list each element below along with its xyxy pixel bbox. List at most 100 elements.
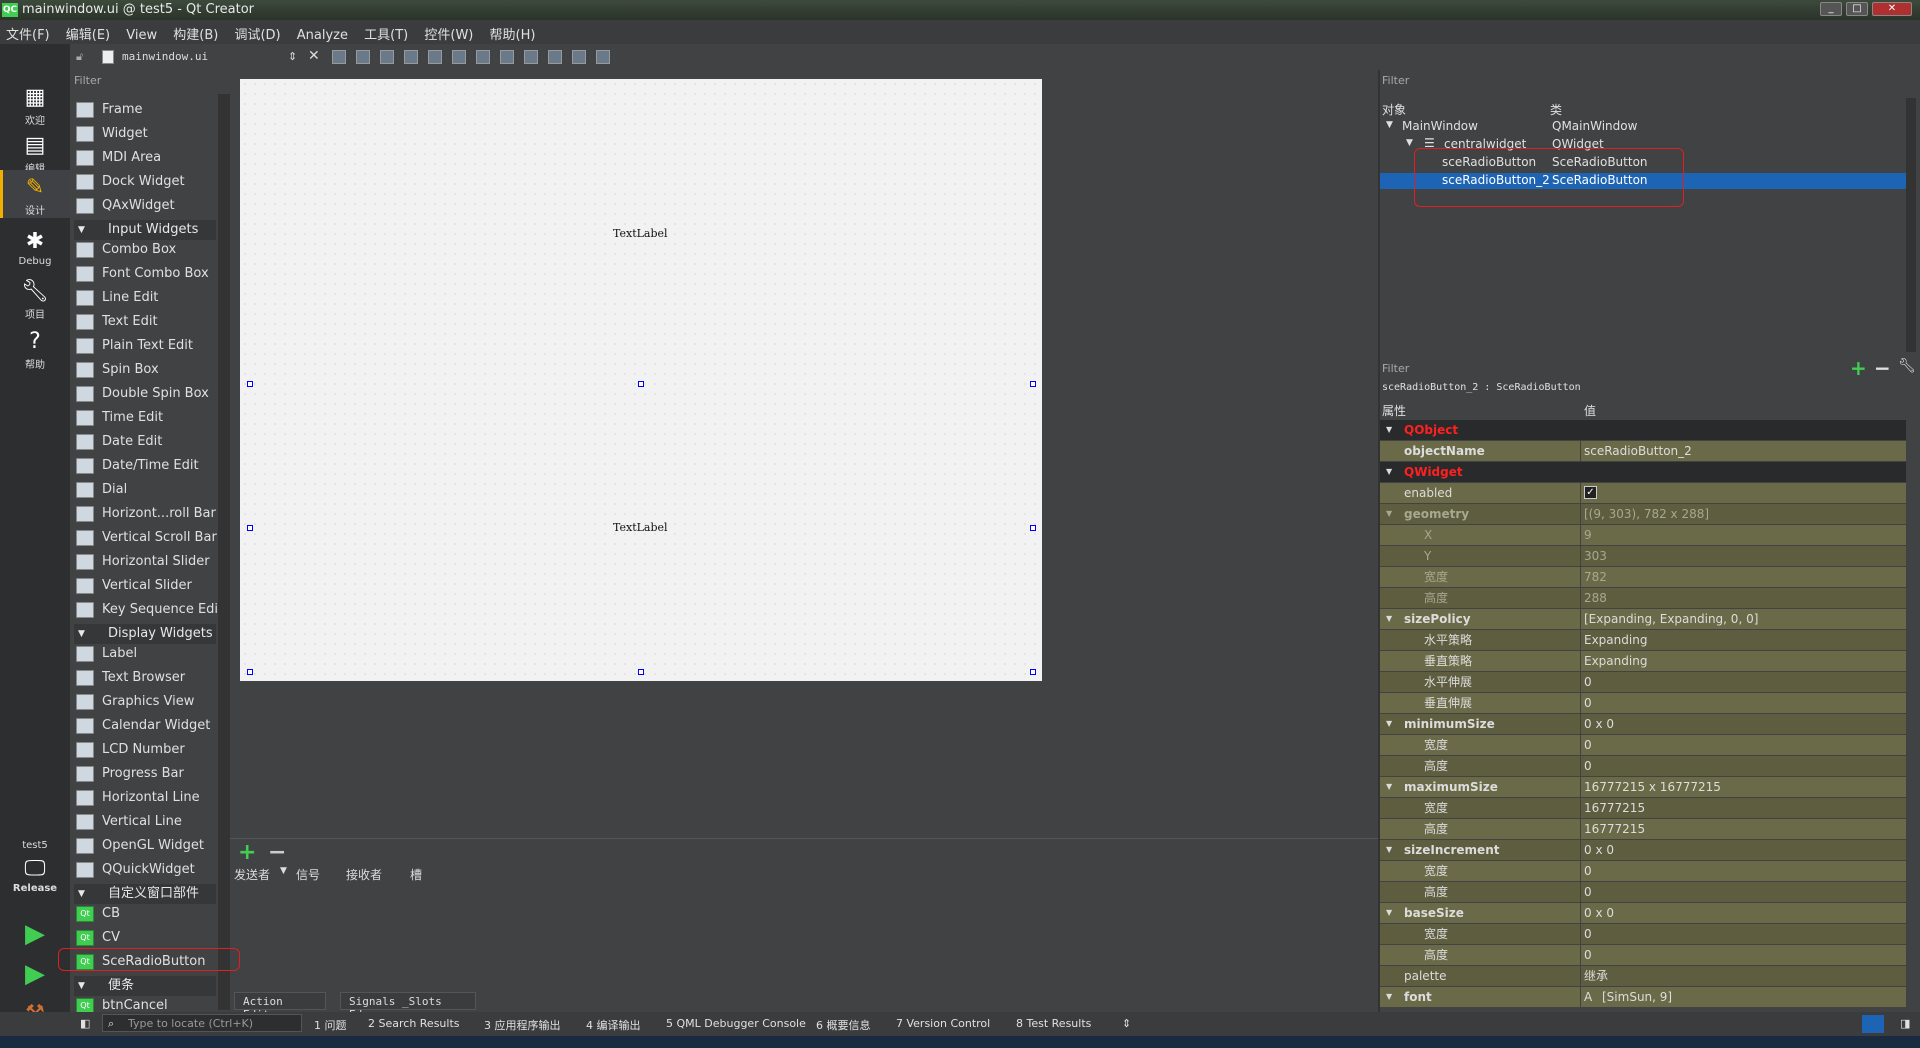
edit-signals-icon[interactable] xyxy=(356,50,370,64)
property-row[interactable]: ▼ maximumSize 16777215 x 16777215 xyxy=(1380,777,1906,797)
property-value[interactable]: 0 xyxy=(1584,693,1592,713)
property-row[interactable]: ▼ QWidget xyxy=(1380,462,1906,482)
widget-item[interactable]: Text Edit xyxy=(74,310,216,334)
header-sender[interactable]: 发送者 xyxy=(234,866,270,883)
property-value[interactable]: Expanding xyxy=(1584,630,1647,650)
widget-item[interactable]: Qt CB xyxy=(74,902,216,926)
property-row[interactable]: 宽度 782 xyxy=(1380,567,1906,587)
file-combo[interactable]: mainwindow.ui xyxy=(102,48,298,66)
property-row[interactable]: ▼ geometry [(9, 303), 782 x 288] xyxy=(1380,504,1906,524)
form-canvas[interactable]: TextLabel TextLabel xyxy=(240,79,1042,681)
expand-arrow-icon[interactable]: ▼ xyxy=(1386,462,1392,482)
expand-arrow-icon[interactable]: ▼ xyxy=(1386,504,1392,524)
pane-compile-output[interactable]: 4 编译输出 xyxy=(586,1017,641,1033)
widget-item[interactable]: Calendar Widget xyxy=(74,714,216,738)
property-row[interactable]: ▼ sizePolicy [Expanding, Expanding, 0, 0] xyxy=(1380,609,1906,629)
menu-file[interactable]: 文件(F) xyxy=(0,20,56,47)
property-row[interactable]: ▼ minimumSize 0 x 0 xyxy=(1380,714,1906,734)
widget-item[interactable]: Qt CV xyxy=(74,926,216,950)
property-row[interactable]: ▼ QObject xyxy=(1380,420,1906,440)
object-filter[interactable]: Filter xyxy=(1382,74,1409,87)
property-row[interactable]: 高度 0 xyxy=(1380,756,1906,776)
property-row[interactable]: 宽度 0 xyxy=(1380,924,1906,944)
expand-arrow-icon[interactable]: ▼ xyxy=(1386,840,1392,860)
menu-edit[interactable]: 编辑(E) xyxy=(60,20,116,47)
widget-item[interactable]: Font Combo Box xyxy=(74,262,216,286)
header-receiver[interactable]: 接收者 xyxy=(346,866,382,883)
edit-buddies-icon[interactable] xyxy=(380,50,394,64)
output-toggle-icon[interactable] xyxy=(1862,1015,1884,1033)
property-row[interactable]: 垂直策略 Expanding xyxy=(1380,651,1906,671)
header-slot[interactable]: 槽 xyxy=(410,866,422,883)
widgetbox-filter[interactable]: Filter xyxy=(72,72,230,92)
menu-help[interactable]: 帮助(H) xyxy=(484,20,542,47)
layout-splitter-v-icon[interactable] xyxy=(500,50,514,64)
widget-category[interactable]: ▼ Display Widgets xyxy=(74,624,216,644)
property-row[interactable]: 宽度 0 xyxy=(1380,735,1906,755)
property-row[interactable]: objectName sceRadioButton_2 xyxy=(1380,441,1906,461)
property-row[interactable]: 高度 0 xyxy=(1380,882,1906,902)
property-value[interactable]: 0 xyxy=(1584,756,1592,776)
widget-category[interactable]: ▼ 便条 xyxy=(74,976,216,996)
widget-item[interactable]: Spin Box xyxy=(74,358,216,382)
mode-debug[interactable]: ✱ Debug xyxy=(0,224,70,272)
mode-help[interactable]: ? 帮助 xyxy=(0,324,70,372)
menu-debug[interactable]: 调试(D) xyxy=(228,20,286,47)
widget-item[interactable]: Dock Widget xyxy=(74,170,216,194)
property-row[interactable]: 宽度 0 xyxy=(1380,861,1906,881)
pane-more-arrow-icon[interactable]: ⇕ xyxy=(1122,1017,1131,1030)
property-row[interactable]: Y 303 xyxy=(1380,546,1906,566)
pane-general-messages[interactable]: 6 概要信息 xyxy=(816,1017,871,1033)
property-row[interactable]: 高度 16777215 xyxy=(1380,819,1906,839)
property-row[interactable]: ▼ baseSize 0 x 0 xyxy=(1380,903,1906,923)
property-value[interactable]: 288 xyxy=(1584,588,1607,608)
menu-analyze[interactable]: Analyze xyxy=(291,24,354,47)
widget-item[interactable]: Horizontal Slider xyxy=(74,550,216,574)
tab-signals-slots[interactable]: Signals _Slots Ed… xyxy=(340,992,476,1021)
widget-item[interactable]: Dial xyxy=(74,478,216,502)
selection-handle[interactable] xyxy=(1030,525,1036,531)
property-row[interactable]: 水平策略 Expanding xyxy=(1380,630,1906,650)
property-row[interactable]: 宽度 16777215 xyxy=(1380,798,1906,818)
widget-item[interactable]: MDI Area xyxy=(74,146,216,170)
property-value[interactable]: [Expanding, Expanding, 0, 0] xyxy=(1584,609,1758,629)
edit-widgets-icon[interactable] xyxy=(332,50,346,64)
widget-item[interactable]: Date Edit xyxy=(74,430,216,454)
property-value[interactable]: Expanding xyxy=(1584,651,1647,671)
property-value[interactable]: 0 xyxy=(1584,924,1592,944)
expand-arrow-icon[interactable]: ▼ xyxy=(1406,138,1413,148)
property-value[interactable]: 16777215 x 16777215 xyxy=(1584,777,1721,797)
remove-connection-icon[interactable]: − xyxy=(268,840,286,865)
widget-item[interactable]: Plain Text Edit xyxy=(74,334,216,358)
selection-handle[interactable] xyxy=(638,381,644,387)
expand-arrow-icon[interactable]: ▼ xyxy=(1386,987,1392,1007)
widget-item[interactable]: Text Browser xyxy=(74,666,216,690)
text-label-bottom[interactable]: TextLabel xyxy=(613,521,668,534)
widget-item[interactable]: OpenGL Widget xyxy=(74,834,216,858)
widget-item[interactable]: Combo Box xyxy=(74,238,216,262)
menu-view[interactable]: View xyxy=(120,24,163,47)
pane-issues[interactable]: 1 问题 xyxy=(314,1017,347,1033)
property-value[interactable]: 0 x 0 xyxy=(1584,714,1614,734)
layout-splitter-h-icon[interactable] xyxy=(476,50,490,64)
property-value[interactable]: 0 xyxy=(1584,882,1592,902)
property-row[interactable]: ▼ font A [SimSun, 9] xyxy=(1380,987,1906,1007)
property-row[interactable]: enabled ✓ xyxy=(1380,483,1906,503)
close-icon[interactable]: ✕ xyxy=(1872,2,1912,16)
pane-version-control[interactable]: 7 Version Control xyxy=(896,1017,990,1030)
expand-arrow-icon[interactable]: ▼ xyxy=(1386,609,1392,629)
property-value[interactable]: 782 xyxy=(1584,567,1607,587)
pane-qml-debugger[interactable]: 5 QML Debugger Console xyxy=(666,1017,806,1030)
widget-item[interactable]: Frame xyxy=(74,98,216,122)
tree-row-name[interactable]: MainWindow xyxy=(1402,119,1478,133)
widget-item[interactable]: LCD Number xyxy=(74,738,216,762)
expand-arrow-icon[interactable]: ▼ xyxy=(1386,714,1392,734)
property-value[interactable]: 0 xyxy=(1584,672,1592,692)
mode-design[interactable]: ✎ 设计 xyxy=(0,170,70,218)
property-value[interactable]: [(9, 303), 782 x 288] xyxy=(1584,504,1709,524)
text-label-top[interactable]: TextLabel xyxy=(613,227,668,240)
widget-item[interactable]: Vertical Line xyxy=(74,810,216,834)
widget-item[interactable]: Time Edit xyxy=(74,406,216,430)
widget-item[interactable]: Vertical Slider xyxy=(74,574,216,598)
break-layout-icon[interactable] xyxy=(572,50,586,64)
